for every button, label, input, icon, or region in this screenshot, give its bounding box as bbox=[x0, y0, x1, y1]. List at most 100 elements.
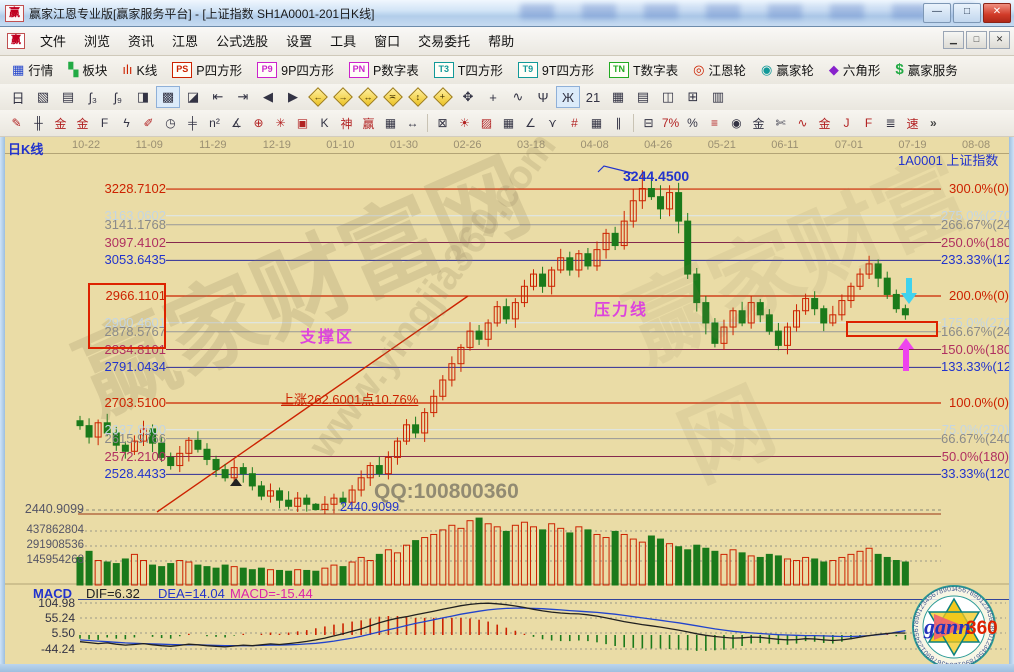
draw-grid1-icon[interactable]: # bbox=[564, 112, 585, 134]
screener-icon[interactable]: ▩ bbox=[156, 86, 180, 108]
draw-gold-ruler-icon[interactable]: 金 bbox=[50, 112, 71, 134]
draw-f-line-icon[interactable]: F bbox=[858, 112, 879, 134]
toolbar-button-赢家轮[interactable]: ◉赢家轮 bbox=[755, 57, 820, 82]
print-icon[interactable]: ▥ bbox=[706, 86, 730, 108]
draw-square-of-nine-icon[interactable]: n² bbox=[204, 112, 225, 134]
menu-item-6[interactable]: 工具 bbox=[321, 27, 365, 54]
draw-speed-line-icon[interactable]: 速 bbox=[902, 112, 923, 134]
draw-pct-icon[interactable]: % bbox=[682, 112, 703, 134]
menu-item-0[interactable]: 文件 bbox=[31, 27, 75, 54]
draw-gold-hline2-icon[interactable]: 金 bbox=[814, 112, 835, 134]
color-flag-icon[interactable]: ◪ bbox=[181, 86, 205, 108]
toolbar-overflow-button[interactable]: » bbox=[930, 116, 937, 130]
ruler-purple-icon[interactable]: Ψ bbox=[531, 86, 555, 108]
minimize-button[interactable]: — bbox=[923, 3, 951, 23]
mdi-close-button[interactable]: ✕ bbox=[989, 31, 1010, 49]
menu-item-8[interactable]: 交易委托 bbox=[409, 27, 479, 54]
draw-ying-ruler-icon[interactable]: 赢 bbox=[358, 112, 379, 134]
save-icon[interactable]: ◫ bbox=[656, 86, 680, 108]
draw-angle-icon[interactable]: ∡ bbox=[226, 112, 247, 134]
draw-spring-icon[interactable]: ϟ bbox=[116, 112, 137, 134]
draw-j-line-icon[interactable]: J bbox=[836, 112, 857, 134]
draw-grid-box-icon[interactable]: ▦ bbox=[498, 112, 519, 134]
draw-multi-line-icon[interactable]: ≣ bbox=[880, 112, 901, 134]
menu-item-2[interactable]: 资讯 bbox=[119, 27, 163, 54]
diamond-left-icon[interactable]: ← bbox=[306, 86, 330, 108]
toolbar-button-赢家服务[interactable]: $赢家服务 bbox=[889, 57, 963, 82]
toolbar-button-P四方形[interactable]: PSP四方形 bbox=[166, 57, 248, 82]
draw-gold-circle-icon[interactable]: ◉ bbox=[726, 112, 747, 134]
draw-ratio-icon[interactable]: ⊟ bbox=[638, 112, 659, 134]
draw-shen-ruler-icon[interactable]: 神 bbox=[336, 112, 357, 134]
draw-rays-icon[interactable]: ☀ bbox=[454, 112, 475, 134]
close-button[interactable]: ✕ bbox=[983, 3, 1011, 23]
draw-pencil-icon[interactable]: ✎ bbox=[6, 112, 27, 134]
layout-select[interactable]: 日 bbox=[6, 86, 30, 108]
wave-tool-icon[interactable]: ∿ bbox=[506, 86, 530, 108]
toolbar-button-P数字表[interactable]: PNP数字表 bbox=[343, 57, 425, 82]
draw-star-icon[interactable]: ✳ bbox=[270, 112, 291, 134]
draw-pct7-icon[interactable]: 7% bbox=[660, 112, 681, 134]
draw-gold-ruler2-icon[interactable]: 金 bbox=[72, 112, 93, 134]
toolbar-button-T四方形[interactable]: T3T四方形 bbox=[428, 57, 509, 82]
minichart9-icon[interactable]: ʃ₉ bbox=[106, 86, 130, 108]
maximize-button[interactable]: □ bbox=[953, 3, 981, 23]
draw-pct-lines-icon[interactable]: ≡ bbox=[704, 112, 725, 134]
calculator-icon[interactable]: ▦ bbox=[606, 86, 630, 108]
hand-icon[interactable]: ✥ bbox=[456, 86, 480, 108]
diamond-hexpand-icon[interactable]: ↔ bbox=[356, 86, 380, 108]
notebook-icon[interactable]: ▤ bbox=[631, 86, 655, 108]
menu-item-5[interactable]: 设置 bbox=[277, 27, 321, 54]
diamond-fullexpand-icon[interactable]: + bbox=[431, 86, 455, 108]
toolbar-button-江恩轮[interactable]: ◎江恩轮 bbox=[687, 57, 752, 82]
draw-grid2-icon[interactable]: ▦ bbox=[586, 112, 607, 134]
draw-grid123-icon[interactable]: ▦ bbox=[380, 112, 401, 134]
toolbar-button-9P四方形[interactable]: P99P四方形 bbox=[251, 57, 340, 82]
draw-hspan-icon[interactable]: ↔ bbox=[402, 112, 423, 134]
draw-slashes-icon[interactable]: ∥ bbox=[608, 112, 629, 134]
toolbar-button-9T四方形[interactable]: T99T四方形 bbox=[512, 57, 600, 82]
mdi-minimize-button[interactable]: ▁ bbox=[943, 31, 964, 49]
title-bar[interactable]: 赢 赢家江恩专业版[赢家服务平台] - [上证指数 SH1A0001-201日K… bbox=[0, 0, 1014, 27]
draw-wave-a-icon[interactable]: ∿ bbox=[792, 112, 813, 134]
toolbar-button-行情[interactable]: ▦行情 bbox=[6, 57, 59, 82]
toolbar-button-K线[interactable]: ılıK线 bbox=[116, 57, 163, 82]
minichart3-icon[interactable]: ʃ₃ bbox=[81, 86, 105, 108]
draw-knife-icon[interactable]: ✄ bbox=[770, 112, 791, 134]
mdi-restore-button[interactable]: □ bbox=[966, 31, 987, 49]
draw-brush-icon[interactable]: ✐ bbox=[138, 112, 159, 134]
draw-time-circle-icon[interactable]: ◷ bbox=[160, 112, 181, 134]
draw-shade-box-icon[interactable]: ▨ bbox=[476, 112, 497, 134]
menu-item-3[interactable]: 江恩 bbox=[163, 27, 207, 54]
export-icon[interactable]: ⊞ bbox=[681, 86, 705, 108]
toolbar-button-板块[interactable]: ▚板块 bbox=[62, 57, 113, 82]
menu-item-9[interactable]: 帮助 bbox=[479, 27, 523, 54]
crosshair-icon[interactable]: + bbox=[481, 86, 505, 108]
info-list-icon[interactable]: ▤ bbox=[56, 86, 80, 108]
draw-circle-cross-icon[interactable]: ⊕ bbox=[248, 112, 269, 134]
step-left-icon[interactable]: ◀ bbox=[256, 86, 280, 108]
candle-style-select[interactable]: ◨ bbox=[131, 86, 155, 108]
toolbar-button-T数字表[interactable]: TNT数字表 bbox=[603, 57, 684, 82]
menu-item-7[interactable]: 窗口 bbox=[365, 27, 409, 54]
step-right-icon[interactable]: ▶ bbox=[281, 86, 305, 108]
pattern-icon[interactable]: ▧ bbox=[31, 86, 55, 108]
draw-fence-icon[interactable]: ╫ bbox=[28, 112, 49, 134]
draw-fence2-icon[interactable]: ╪ bbox=[182, 112, 203, 134]
ruler-green-icon[interactable]: Ж bbox=[556, 86, 580, 108]
draw-k-quote-icon[interactable]: K bbox=[314, 112, 335, 134]
draw-angle-lines-icon[interactable]: ∠ bbox=[520, 112, 541, 134]
menu-item-1[interactable]: 浏览 bbox=[75, 27, 119, 54]
draw-f-ruler-icon[interactable]: F bbox=[94, 112, 115, 134]
toolbar-button-六角形[interactable]: ◆六角形 bbox=[823, 57, 887, 82]
diamond-vexpand-icon[interactable]: ↕ bbox=[406, 86, 430, 108]
menu-item-4[interactable]: 公式选股 bbox=[207, 27, 277, 54]
diamond-hshrink-icon[interactable]: ≍ bbox=[381, 86, 405, 108]
draw-gold-hline-icon[interactable]: 金 bbox=[748, 112, 769, 134]
first-bar-icon[interactable]: ⇤ bbox=[206, 86, 230, 108]
draw-box-icon[interactable]: ⊠ bbox=[432, 112, 453, 134]
last-bar-icon[interactable]: ⇥ bbox=[231, 86, 255, 108]
diamond-right-icon[interactable]: → bbox=[331, 86, 355, 108]
draw-grid-circle-icon[interactable]: ▣ bbox=[292, 112, 313, 134]
draw-vee-icon[interactable]: ⋎ bbox=[542, 112, 563, 134]
